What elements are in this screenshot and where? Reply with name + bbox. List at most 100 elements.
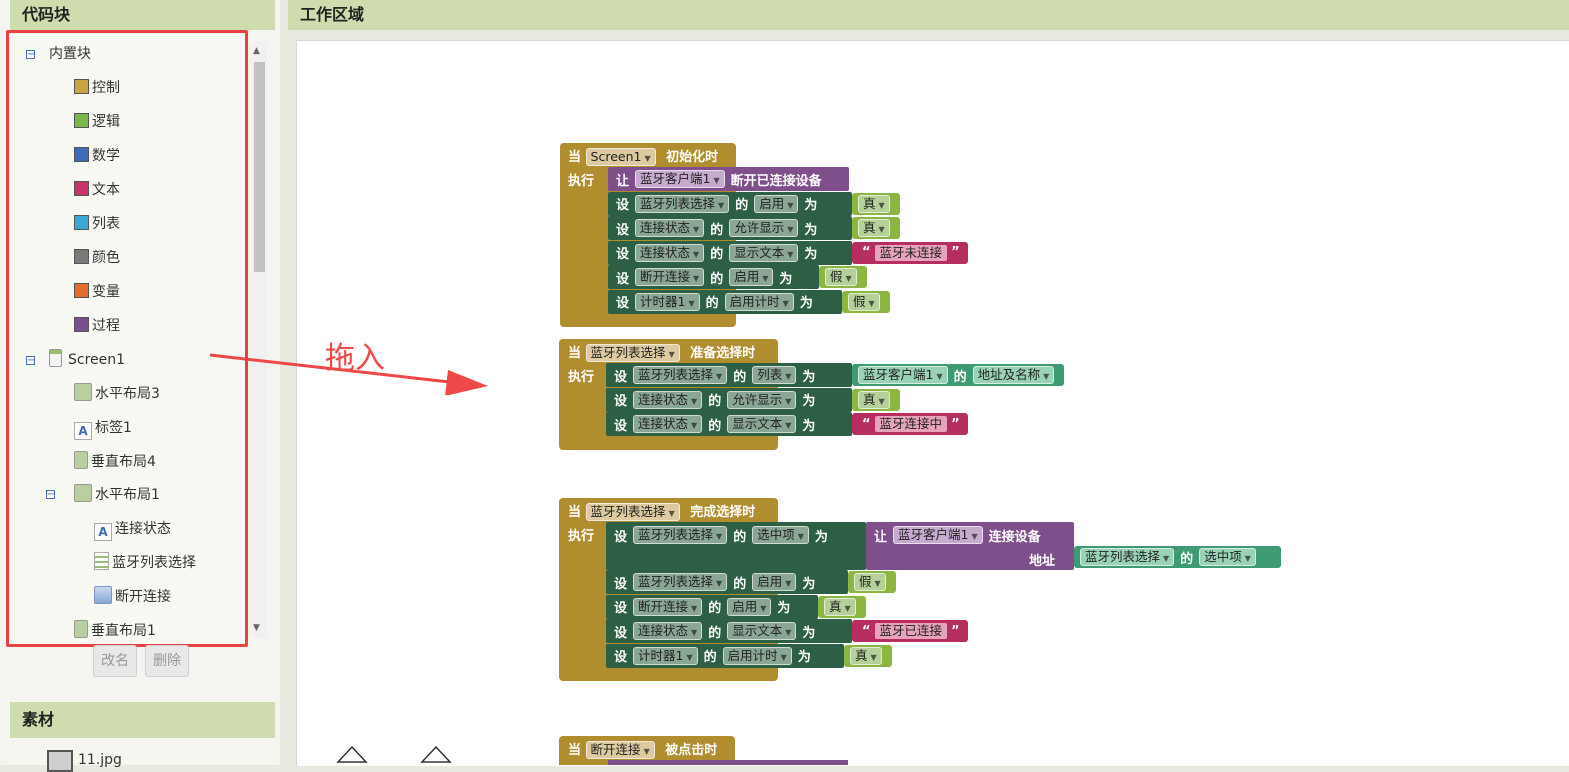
- boolean-dropdown[interactable]: 真 ▼: [858, 219, 890, 237]
- set-block[interactable]: 设 断开连接 ▼ 的 启用 ▼ 为: [606, 594, 818, 619]
- of-keyword: 的: [705, 296, 719, 311]
- set-keyword: 设: [616, 247, 630, 262]
- text-value[interactable]: 蓝牙连接中: [874, 416, 948, 432]
- component-dropdown[interactable]: 蓝牙列表选择 ▼: [585, 344, 680, 362]
- component-dropdown[interactable]: 蓝牙列表选择 ▼: [585, 503, 680, 521]
- property-dropdown[interactable]: 显示文本 ▼: [727, 622, 797, 640]
- property-dropdown[interactable]: 启用计时 ▼: [724, 292, 794, 311]
- when-keyword: 当: [568, 505, 582, 520]
- boolean-dropdown[interactable]: 真 ▼: [850, 646, 882, 665]
- component-dropdown[interactable]: 连接状态 ▼: [635, 219, 705, 237]
- text-block[interactable]: “蓝牙连接中”: [852, 413, 968, 435]
- address-label: 地址: [1029, 554, 1056, 569]
- property-dropdown[interactable]: 显示文本 ▼: [729, 243, 799, 262]
- component-dropdown[interactable]: 蓝牙列表选择 ▼: [635, 194, 730, 213]
- property-dropdown[interactable]: 启用计时 ▼: [722, 646, 792, 665]
- delete-button[interactable]: 删除: [145, 645, 189, 677]
- boolean-block[interactable]: 假 ▼: [848, 571, 896, 593]
- boolean-block[interactable]: 真 ▼: [818, 595, 866, 618]
- set-keyword: 设: [614, 530, 628, 545]
- set-block[interactable]: 设 连接状态 ▼ 的 显示文本 ▼ 为: [606, 412, 852, 436]
- tree-scroll-thumb[interactable]: [254, 62, 265, 272]
- property-dropdown[interactable]: 启用 ▼: [727, 597, 772, 616]
- of-keyword: 的: [710, 271, 724, 287]
- component-dropdown[interactable]: 断开连接 ▼: [585, 741, 655, 759]
- property-dropdown[interactable]: 启用 ▼: [752, 573, 797, 591]
- set-block[interactable]: 设 蓝牙列表选择 ▼ 的 选中项 ▼ 为: [606, 522, 866, 570]
- do-label: 执行: [568, 174, 595, 189]
- boolean-dropdown[interactable]: 真 ▼: [858, 194, 890, 213]
- workspace-canvas[interactable]: [296, 40, 1569, 766]
- component-dropdown[interactable]: 计时器1 ▼: [635, 292, 700, 311]
- event-name: 初始化时: [666, 150, 719, 165]
- set-block[interactable]: 设 断开连接 ▼ 的 启用 ▼ 为: [608, 265, 819, 289]
- set-keyword: 设: [614, 650, 628, 665]
- to-keyword: 为: [802, 369, 816, 385]
- property-dropdown[interactable]: 地址及名称 ▼: [972, 366, 1055, 384]
- set-block[interactable]: 设 连接状态 ▼ 的 允许显示 ▼ 为: [606, 387, 852, 412]
- boolean-block[interactable]: 真 ▼: [852, 192, 900, 215]
- boolean-block[interactable]: 真 ▼: [844, 644, 892, 667]
- set-block[interactable]: 设 连接状态 ▼ 的 允许显示 ▼ 为: [608, 216, 852, 240]
- set-block[interactable]: 设 计时器1 ▼ 的 启用计时 ▼ 为: [608, 289, 842, 314]
- boolean-block[interactable]: 真 ▼: [852, 217, 900, 239]
- call-block[interactable]: 让 蓝牙客户端1 ▼ 断开已连接设备: [608, 167, 849, 191]
- component-dropdown[interactable]: 断开连接 ▼: [635, 268, 705, 286]
- property-dropdown[interactable]: 显示文本 ▼: [727, 415, 797, 433]
- component-dropdown[interactable]: 连接状态 ▼: [633, 415, 703, 433]
- scroll-down-icon[interactable]: ▼: [253, 623, 260, 633]
- component-dropdown[interactable]: 计时器1 ▼: [633, 646, 698, 665]
- asset-file-name[interactable]: 11.jpg: [78, 752, 122, 768]
- boolean-block[interactable]: 假 ▼: [842, 290, 890, 313]
- set-block[interactable]: 设 蓝牙列表选择 ▼ 的 启用 ▼ 为: [608, 191, 852, 216]
- workspace-controls-icon[interactable]: [336, 744, 466, 765]
- property-dropdown[interactable]: 允许显示 ▼: [729, 219, 799, 237]
- property-dropdown[interactable]: 启用 ▼: [754, 194, 799, 213]
- to-keyword: 为: [779, 271, 793, 287]
- text-value[interactable]: 蓝牙已连接: [874, 623, 948, 639]
- call-keyword: 让: [874, 530, 888, 545]
- text-value[interactable]: 蓝牙未连接: [874, 244, 948, 261]
- component-getter-block[interactable]: 蓝牙列表选择 ▼ 的 选中项 ▼: [1074, 546, 1281, 568]
- rename-button[interactable]: 改名: [93, 645, 137, 677]
- boolean-block[interactable]: 真 ▼: [852, 388, 900, 411]
- property-dropdown[interactable]: 列表 ▼: [752, 366, 797, 384]
- component-dropdown[interactable]: 断开连接 ▼: [633, 597, 703, 616]
- boolean-dropdown[interactable]: 真 ▼: [858, 390, 890, 409]
- component-dropdown[interactable]: 蓝牙列表选择 ▼: [633, 526, 728, 544]
- component-dropdown[interactable]: 蓝牙列表选择 ▼: [1080, 548, 1175, 566]
- to-keyword: 为: [802, 625, 816, 641]
- set-block[interactable]: 设 计时器1 ▼ 的 启用计时 ▼ 为: [606, 643, 844, 668]
- scroll-up-icon[interactable]: ▲: [253, 46, 260, 56]
- component-dropdown[interactable]: 连接状态 ▼: [633, 622, 703, 640]
- to-keyword: 为: [802, 418, 816, 434]
- set-block[interactable]: 设 蓝牙列表选择 ▼ 的 启用 ▼ 为: [606, 570, 848, 594]
- boolean-block[interactable]: 假 ▼: [819, 266, 867, 288]
- set-block[interactable]: 设 蓝牙列表选择 ▼ 的 列表 ▼ 为: [606, 363, 852, 387]
- boolean-dropdown[interactable]: 假 ▼: [825, 268, 857, 286]
- component-dropdown[interactable]: 连接状态 ▼: [635, 243, 705, 262]
- set-block[interactable]: 设 连接状态 ▼ 的 显示文本 ▼ 为: [606, 619, 852, 643]
- component-dropdown[interactable]: 蓝牙列表选择 ▼: [633, 366, 728, 384]
- property-dropdown[interactable]: 选中项 ▼: [1199, 548, 1256, 566]
- of-keyword: 的: [735, 198, 749, 213]
- annotation-label: 拖入: [325, 341, 385, 376]
- text-block[interactable]: “蓝牙已连接”: [852, 620, 968, 642]
- component-dropdown[interactable]: 蓝牙客户端1 ▼: [858, 366, 948, 384]
- set-block[interactable]: 设 连接状态 ▼ 的 显示文本 ▼ 为: [608, 240, 852, 265]
- component-dropdown[interactable]: 连接状态 ▼: [633, 390, 703, 409]
- component-dropdown[interactable]: 蓝牙客户端1 ▼: [893, 526, 983, 544]
- property-dropdown[interactable]: 选中项 ▼: [752, 526, 809, 544]
- component-getter-block[interactable]: 蓝牙客户端1 ▼ 的 地址及名称 ▼: [852, 364, 1065, 386]
- component-dropdown[interactable]: 蓝牙列表选择 ▼: [633, 573, 728, 591]
- property-dropdown[interactable]: 允许显示 ▼: [727, 390, 797, 409]
- when-keyword: 当: [568, 150, 582, 165]
- property-dropdown[interactable]: 启用 ▼: [729, 268, 774, 286]
- set-keyword: 设: [614, 625, 628, 641]
- component-dropdown[interactable]: Screen1 ▼: [585, 148, 656, 166]
- boolean-dropdown[interactable]: 假 ▼: [848, 292, 880, 311]
- text-block[interactable]: “蓝牙未连接”: [852, 241, 968, 264]
- boolean-dropdown[interactable]: 假 ▼: [854, 573, 886, 591]
- boolean-dropdown[interactable]: 真 ▼: [824, 597, 856, 616]
- component-dropdown[interactable]: 蓝牙客户端1 ▼: [635, 170, 725, 188]
